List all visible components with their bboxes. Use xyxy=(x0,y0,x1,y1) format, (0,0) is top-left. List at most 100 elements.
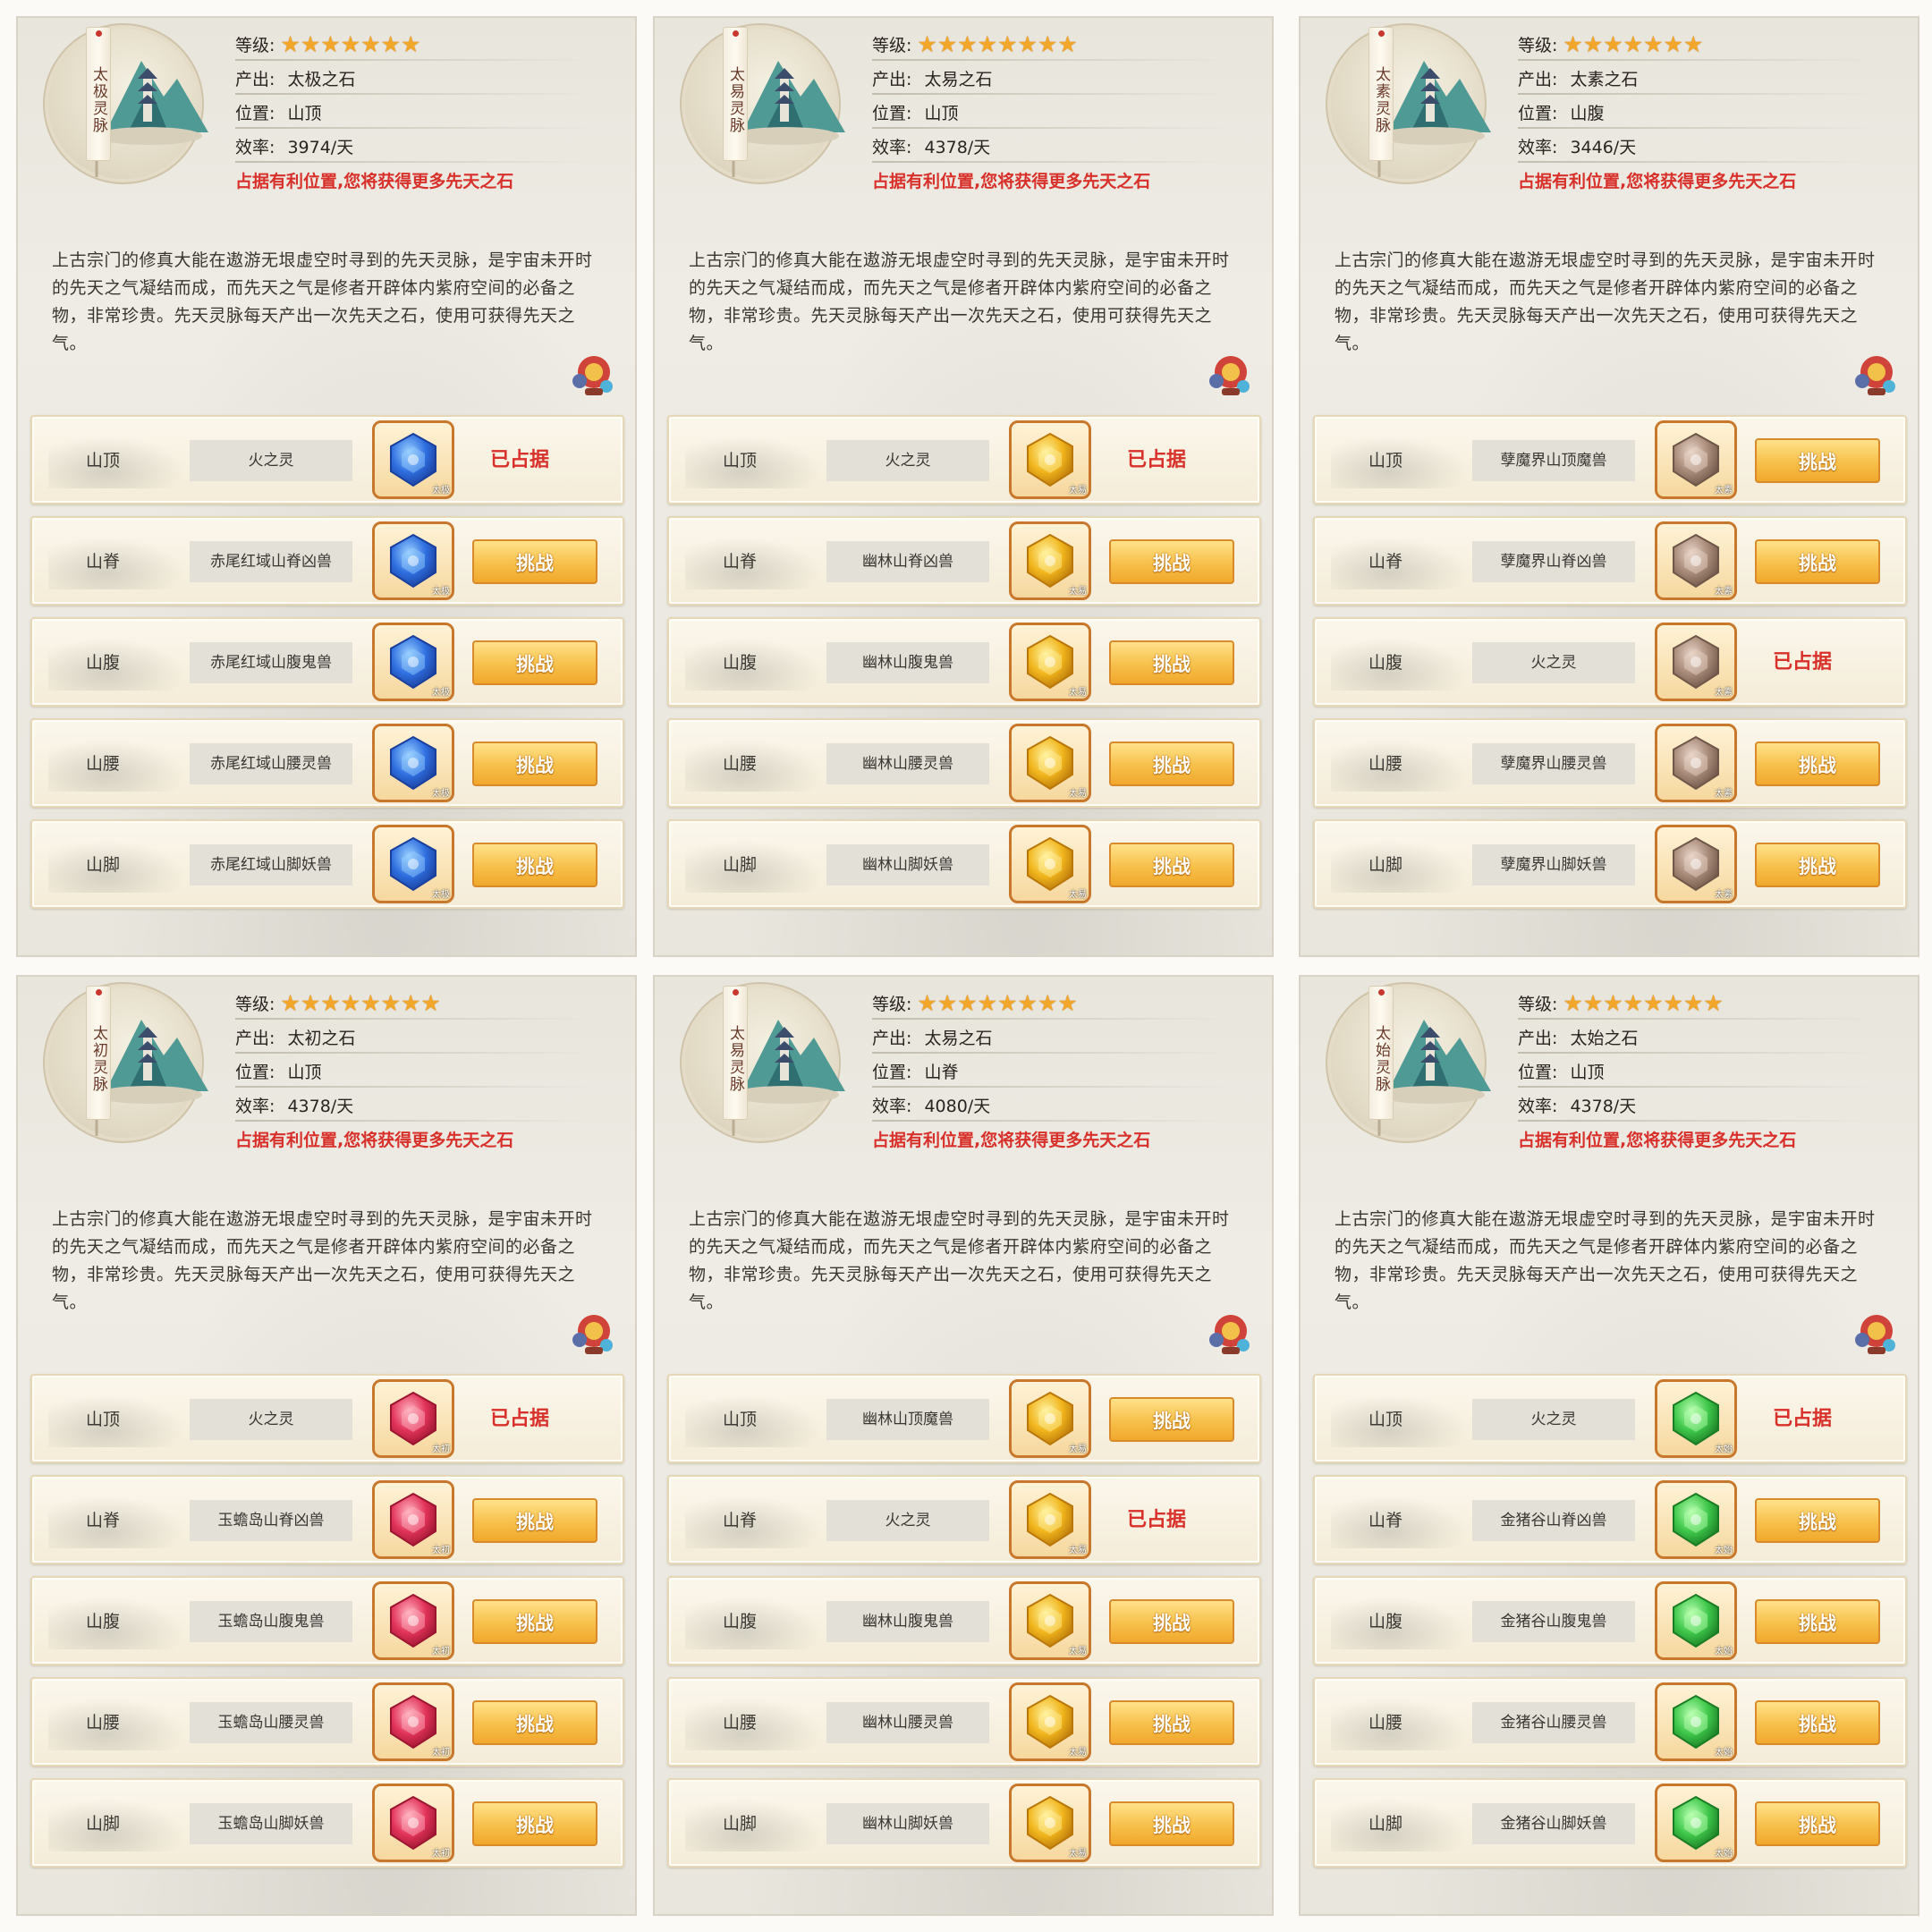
challenge-button[interactable]: 挑战 xyxy=(1109,1397,1234,1442)
treasure-pet-icon[interactable] xyxy=(564,1304,621,1361)
treasure-pet-icon[interactable] xyxy=(1200,1304,1258,1361)
spirit-stone-icon[interactable]: 太极 xyxy=(372,825,454,903)
star-icon: ★ xyxy=(1017,989,1038,1016)
challenge-button[interactable]: 挑战 xyxy=(472,741,597,786)
gem-label: 太素 xyxy=(1715,789,1733,799)
gem-label: 太易 xyxy=(1069,789,1087,799)
vein-description: 上古宗门的修真大能在遨游无垠虚空时寻到的先天灵脉，是宇宙未开时的先天之气凝结而成… xyxy=(689,1209,1230,1312)
row-target: 孽魔界山腰灵兽 xyxy=(1472,743,1635,784)
spirit-stone-icon[interactable]: 太初 xyxy=(372,1682,454,1761)
spirit-stone-icon[interactable]: 太素 xyxy=(1655,623,1737,701)
output-row-label: 产出: xyxy=(1518,70,1558,89)
spirit-stone-icon[interactable]: 太素 xyxy=(1655,825,1737,903)
challenge-button[interactable]: 挑战 xyxy=(1755,1498,1880,1543)
challenge-button[interactable]: 挑战 xyxy=(472,640,597,685)
challenge-button[interactable]: 挑战 xyxy=(472,1599,597,1644)
spirit-stone-icon[interactable]: 太始 xyxy=(1655,1682,1737,1761)
star-icon: ★ xyxy=(360,989,381,1016)
gem-label: 太初 xyxy=(432,1849,450,1859)
mountain-pagoda-emblem: 太始灵脉 xyxy=(1326,984,1509,1138)
challenge-button[interactable]: 挑战 xyxy=(1755,1700,1880,1745)
spirit-stone-icon[interactable]: 太极 xyxy=(372,521,454,600)
spirit-stone-icon[interactable]: 太易 xyxy=(1009,420,1091,499)
challenge-button[interactable]: 挑战 xyxy=(1755,741,1880,786)
challenge-button[interactable]: 挑战 xyxy=(1755,843,1880,887)
vein-description: 上古宗门的修真大能在遨游无垠虚空时寻到的先天灵脉，是宇宙未开时的先天之气凝结而成… xyxy=(52,1209,593,1312)
row-target: 幽林山脊凶兽 xyxy=(826,541,989,582)
star-icon: ★ xyxy=(300,989,321,1016)
spirit-stone-icon[interactable]: 太初 xyxy=(372,1379,454,1458)
output-row-label: 产出: xyxy=(235,70,275,89)
challenge-row: 山脊 玉蟾岛山脊凶兽 太初 挑战 xyxy=(30,1475,624,1564)
spirit-stone-icon[interactable]: 太极 xyxy=(372,623,454,701)
row-target: 金猪谷山脚妖兽 xyxy=(1472,1803,1635,1844)
spirit-stone-icon[interactable]: 太素 xyxy=(1655,420,1737,499)
spirit-stone-icon[interactable]: 太易 xyxy=(1009,1682,1091,1761)
spirit-stone-icon[interactable]: 太极 xyxy=(372,724,454,802)
spirit-stone-icon[interactable]: 太极 xyxy=(372,420,454,499)
challenge-button[interactable]: 挑战 xyxy=(1109,1700,1234,1745)
challenge-button[interactable]: 挑战 xyxy=(1109,640,1234,685)
challenge-button[interactable]: 挑战 xyxy=(1755,1599,1880,1644)
challenge-button[interactable]: 挑战 xyxy=(1109,741,1234,786)
spirit-stone-icon[interactable]: 太初 xyxy=(372,1581,454,1660)
spirit-stone-icon[interactable]: 太易 xyxy=(1009,1379,1091,1458)
challenge-button[interactable]: 挑战 xyxy=(472,1801,597,1846)
spirit-stone-icon[interactable]: 太始 xyxy=(1655,1480,1737,1559)
row-location: 山脚 xyxy=(723,855,758,875)
row-target: 孽魔界山脚妖兽 xyxy=(1472,844,1635,886)
challenge-button[interactable]: 挑战 xyxy=(472,1498,597,1543)
position-row-value: 山顶 xyxy=(919,104,959,123)
level-row: 等级: ★★★★★★★ xyxy=(235,30,629,64)
star-icon: ★ xyxy=(977,30,998,57)
star-icon: ★ xyxy=(280,30,301,57)
row-location: 山腰 xyxy=(723,1713,758,1733)
star-icon: ★ xyxy=(917,30,937,57)
position-row-value: 山腹 xyxy=(1564,104,1605,123)
challenge-button[interactable]: 挑战 xyxy=(472,1700,597,1745)
challenge-button[interactable]: 挑战 xyxy=(1109,539,1234,584)
row-location: 山脚 xyxy=(723,1814,758,1834)
spirit-stone-icon[interactable]: 太易 xyxy=(1009,623,1091,701)
challenge-button[interactable]: 挑战 xyxy=(1109,843,1234,887)
challenge-row: 山腹 幽林山腹鬼兽 太易 挑战 xyxy=(667,1576,1261,1665)
treasure-pet-icon[interactable] xyxy=(1846,345,1903,402)
row-location: 山腹 xyxy=(86,1612,121,1631)
spirit-stone-icon[interactable]: 太素 xyxy=(1655,724,1737,802)
spirit-stone-icon[interactable]: 太初 xyxy=(372,1480,454,1559)
spirit-stone-icon[interactable]: 太初 xyxy=(372,1784,454,1862)
vein-name-tag: 太易灵脉 xyxy=(723,986,748,1120)
spirit-stone-icon[interactable]: 太易 xyxy=(1009,724,1091,802)
spirit-stone-icon[interactable]: 太始 xyxy=(1655,1784,1737,1862)
spirit-stone-icon[interactable]: 太始 xyxy=(1655,1581,1737,1660)
row-location: 山腹 xyxy=(1368,653,1403,673)
challenge-button[interactable]: 挑战 xyxy=(1755,539,1880,584)
spirit-stone-icon[interactable]: 太素 xyxy=(1655,521,1737,600)
star-icon: ★ xyxy=(380,30,401,57)
star-icon: ★ xyxy=(917,989,937,1016)
treasure-pet-icon[interactable] xyxy=(1200,345,1258,402)
row-location: 山腰 xyxy=(1368,754,1403,774)
gem-label: 太极 xyxy=(432,587,450,597)
gem-label: 太易 xyxy=(1069,1445,1087,1454)
spirit-stone-icon[interactable]: 太易 xyxy=(1009,521,1091,600)
star-icon: ★ xyxy=(340,989,361,1016)
spirit-stone-icon[interactable]: 太易 xyxy=(1009,1581,1091,1660)
challenge-button[interactable]: 挑战 xyxy=(1109,1801,1234,1846)
row-target: 幽林山腰灵兽 xyxy=(826,743,989,784)
challenge-button[interactable]: 挑战 xyxy=(472,843,597,887)
challenge-button[interactable]: 挑战 xyxy=(1755,1801,1880,1846)
level-stars: ★★★★★★★★ xyxy=(1563,990,1723,1021)
gem-label: 太易 xyxy=(1069,1647,1087,1657)
spirit-stone-icon[interactable]: 太易 xyxy=(1009,825,1091,903)
treasure-pet-icon[interactable] xyxy=(564,345,621,402)
level-stars: ★★★★★★★★ xyxy=(917,31,1077,62)
challenge-button[interactable]: 挑战 xyxy=(1109,1599,1234,1644)
spirit-stone-icon[interactable]: 太易 xyxy=(1009,1784,1091,1862)
spirit-stone-icon[interactable]: 太始 xyxy=(1655,1379,1737,1458)
challenge-button[interactable]: 挑战 xyxy=(472,539,597,584)
challenge-button[interactable]: 挑战 xyxy=(1755,438,1880,483)
gem-label: 太初 xyxy=(432,1748,450,1758)
spirit-stone-icon[interactable]: 太易 xyxy=(1009,1480,1091,1559)
treasure-pet-icon[interactable] xyxy=(1846,1304,1903,1361)
